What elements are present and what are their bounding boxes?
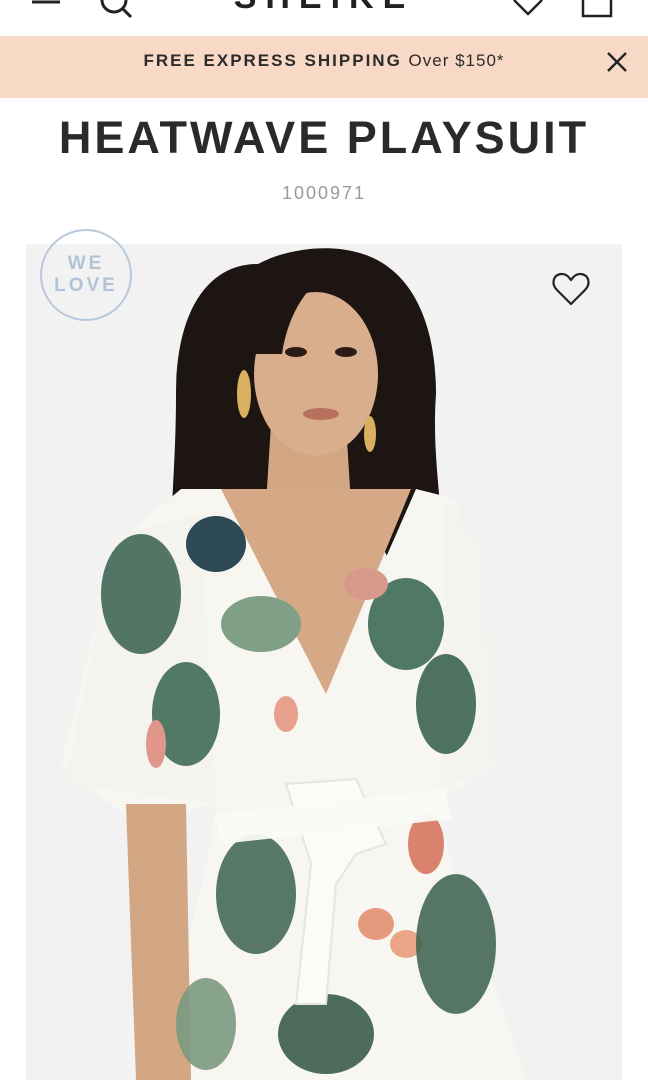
we-love-badge: WE LOVE xyxy=(40,229,132,321)
brand-logo[interactable]: SHEIKE xyxy=(0,0,648,17)
promo-headline: FREE EXPRESS SHIPPING xyxy=(143,51,402,70)
heart-outline-icon[interactable] xyxy=(551,270,591,308)
product-page: SHEIKE FREE EXPRESS SHIPPING Over $150* … xyxy=(0,0,648,1080)
model-photo xyxy=(26,244,622,1080)
badge-line-2: LOVE xyxy=(54,275,118,296)
product-sku: 1000971 xyxy=(281,183,367,203)
product-title: HEATWAVE PLAYSUIT xyxy=(58,112,590,163)
bag-icon[interactable] xyxy=(579,0,615,20)
badge-line-1: WE xyxy=(67,253,105,274)
promo-condition: Over $150* xyxy=(408,51,505,70)
close-icon[interactable] xyxy=(604,49,630,75)
product-image[interactable] xyxy=(26,244,622,1080)
promo-banner: FREE EXPRESS SHIPPING Over $150* xyxy=(0,36,648,98)
promo-text[interactable]: FREE EXPRESS SHIPPING Over $150* xyxy=(0,36,648,98)
site-header: SHEIKE xyxy=(0,0,648,36)
wishlist-header-icon[interactable] xyxy=(510,0,546,20)
